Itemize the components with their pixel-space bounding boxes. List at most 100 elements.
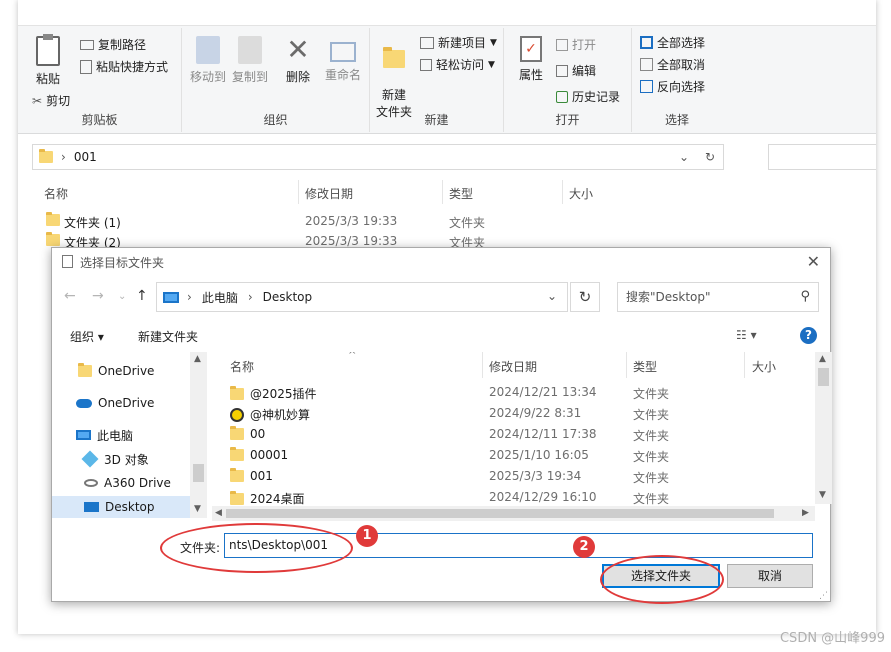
file-type: 文件夹	[633, 408, 670, 422]
explorer-address-input[interactable]: › 001 ⌄ ↻	[32, 144, 724, 170]
close-icon[interactable]: ✕	[807, 252, 820, 271]
chevron-down-icon: ▼	[490, 37, 497, 48]
desktop-icon	[84, 502, 99, 512]
rename-button[interactable]: 重命名	[320, 36, 366, 83]
file-name: @2025插件	[230, 385, 317, 402]
dialog-search-input[interactable]: 搜索"Desktop" ⚲	[617, 282, 819, 312]
file-date: 2025/3/3 19:34	[489, 469, 582, 483]
file-name: 00001	[230, 447, 288, 462]
organize-menu-button[interactable]: 组织 ▾	[70, 328, 104, 345]
explorer-search-input[interactable]	[768, 144, 876, 170]
paste-icon	[36, 34, 60, 66]
column-name[interactable]: 名称	[44, 185, 68, 202]
file-list-scrollbar[interactable]: ▲ ▼	[815, 352, 832, 504]
column-name[interactable]: 名称	[230, 358, 254, 375]
column-size[interactable]: 大小	[569, 185, 593, 202]
table-row[interactable]: 00001 2025/1/10 16:05 文件夹	[212, 445, 812, 466]
nav-item-3d-objects[interactable]: 3D 对象	[52, 448, 190, 470]
file-name: 00	[230, 426, 265, 441]
list-item[interactable]: 文件夹 (1) 2025/3/3 19:33 文件夹	[18, 212, 876, 232]
breadcrumb-desktop[interactable]: Desktop	[263, 290, 313, 304]
file-type: 文件夹	[633, 492, 670, 506]
nav-pane-scrollbar[interactable]: ▲ ▼	[190, 352, 207, 518]
easy-access-button[interactable]: 轻松访问 ▼	[420, 56, 495, 73]
scroll-down-icon[interactable]: ▼	[194, 504, 201, 514]
new-folder-button[interactable]: 新建 文件夹	[374, 36, 414, 120]
select-group-label: 选择	[664, 113, 689, 127]
select-none-button[interactable]: 全部取消	[640, 56, 705, 73]
view-options-icon[interactable]: ☷ ▾	[736, 328, 757, 342]
file-name: 001	[230, 468, 273, 483]
sort-up-icon: ^	[348, 352, 357, 361]
column-date[interactable]: 修改日期	[305, 185, 353, 202]
dialog-address-bar[interactable]: › 此电脑 › Desktop ⌄	[156, 282, 568, 312]
history-button[interactable]: 历史记录	[556, 88, 620, 105]
table-row[interactable]: @2025插件 2024/12/21 13:34 文件夹	[212, 382, 812, 403]
table-row[interactable]: 001 2025/3/3 19:34 文件夹	[212, 466, 812, 487]
table-row[interactable]: 00 2024/12/11 17:38 文件夹	[212, 424, 812, 445]
scrollbar-thumb[interactable]	[193, 464, 204, 482]
cut-button[interactable]: ✂ 剪切	[32, 92, 70, 109]
refresh-icon[interactable]: ↻	[705, 150, 715, 164]
scroll-right-icon[interactable]: ▶	[802, 508, 809, 518]
edit-button[interactable]: 编辑	[556, 62, 596, 79]
back-arrow-icon[interactable]: ←	[64, 288, 76, 304]
annotation-badge-2: 2	[573, 536, 595, 558]
move-to-button[interactable]: 移动到	[188, 36, 228, 85]
scroll-up-icon[interactable]: ▲	[819, 354, 826, 364]
up-arrow-icon[interactable]: ↑	[136, 288, 148, 304]
new-item-button[interactable]: 新建项目 ▼	[420, 34, 497, 51]
scroll-down-icon[interactable]: ▼	[819, 490, 826, 500]
folder-icon	[46, 232, 60, 246]
column-date[interactable]: 修改日期	[489, 358, 537, 375]
scrollbar-thumb[interactable]	[818, 368, 829, 386]
breadcrumb-pc[interactable]: 此电脑	[202, 289, 238, 306]
new-folder-button[interactable]: 新建文件夹	[138, 328, 198, 345]
paste-button[interactable]: 粘贴	[30, 34, 66, 87]
select-all-button[interactable]: 全部选择	[640, 34, 705, 51]
pc-icon	[163, 291, 179, 303]
refresh-icon[interactable]: ↻	[570, 282, 600, 312]
scissors-icon: ✂	[32, 93, 43, 108]
organize-group-label: 组织	[263, 113, 288, 127]
column-size[interactable]: 大小	[752, 358, 776, 375]
folder-icon	[230, 426, 244, 440]
properties-button[interactable]: ✓ 属性	[514, 36, 548, 83]
file-type: 文件夹	[633, 429, 670, 443]
paste-shortcut-button[interactable]: 粘贴快捷方式	[80, 58, 168, 75]
chevron-down-icon[interactable]: ⌄	[547, 289, 557, 303]
select-none-icon	[640, 58, 653, 71]
select-all-icon	[640, 36, 653, 49]
open-button[interactable]: 打开	[556, 36, 596, 53]
delete-x-icon: ✕	[286, 33, 310, 66]
select-group: 全部选择 全部取消 反向选择 选择	[632, 28, 722, 132]
dialog-nav-bar: ← → ⌄ ↑ › 此电脑 › Desktop ⌄ ↻ 搜索"Desktop" …	[52, 280, 830, 312]
file-date: 2024/12/29 16:10	[489, 490, 597, 504]
column-type[interactable]: 类型	[633, 358, 657, 375]
scroll-left-icon[interactable]: ◀	[215, 508, 222, 518]
file-type: 文件夹	[633, 450, 670, 464]
resize-grip-icon[interactable]: ⋰	[819, 591, 828, 601]
folder-icon	[230, 447, 244, 461]
table-row[interactable]: @神机妙算 2024/9/22 8:31 文件夹	[212, 403, 812, 424]
properties-icon: ✓	[520, 36, 542, 62]
nav-item-this-pc[interactable]: 此电脑	[52, 424, 190, 446]
file-list-hscrollbar[interactable]: ◀ ▶	[212, 506, 815, 521]
recent-chevron-icon[interactable]: ⌄	[118, 291, 126, 302]
scroll-up-icon[interactable]: ▲	[194, 354, 201, 364]
copy-path-button[interactable]: 复制路径	[80, 36, 146, 53]
table-row[interactable]: 2024桌面 2024/12/29 16:10 文件夹	[212, 487, 812, 508]
help-icon[interactable]: ?	[800, 327, 817, 344]
nav-item-a360-drive[interactable]: A360 Drive	[52, 472, 190, 494]
copy-to-button[interactable]: 复制到	[230, 36, 270, 85]
nav-item-onedrive[interactable]: OneDrive	[52, 392, 190, 414]
cancel-button[interactable]: 取消	[727, 564, 813, 588]
column-type[interactable]: 类型	[449, 185, 473, 202]
nav-item-desktop[interactable]: Desktop	[52, 496, 190, 518]
edit-icon	[556, 64, 568, 77]
nav-item-onedrive-folder[interactable]: OneDrive	[52, 360, 190, 382]
scrollbar-thumb[interactable]	[226, 509, 774, 518]
delete-button[interactable]: ✕ 删除	[282, 36, 314, 85]
invert-selection-button[interactable]: 反向选择	[640, 78, 705, 95]
forward-arrow-icon[interactable]: →	[92, 288, 104, 304]
